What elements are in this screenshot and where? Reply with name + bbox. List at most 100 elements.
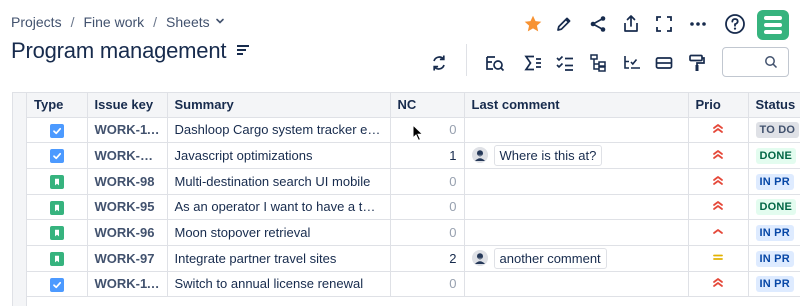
column-header-issue-key[interactable]: Issue key (87, 93, 168, 118)
cell-prio[interactable] (688, 142, 749, 169)
cell-type[interactable] (27, 117, 88, 144)
breadcrumb-sheets[interactable]: Sheets (166, 14, 210, 30)
cell-last-comment[interactable] (464, 168, 689, 195)
story-type-icon (49, 200, 64, 215)
cell-prio[interactable] (688, 194, 749, 221)
story-type-icon (49, 252, 64, 267)
cell-status[interactable]: IN PR (748, 245, 800, 272)
story-type-icon (49, 226, 64, 241)
cell-type[interactable] (27, 245, 88, 272)
row-gutter[interactable] (13, 93, 27, 306)
status-badge: IN PR (755, 276, 794, 293)
cell-summary[interactable]: Integrate partner travel sites (167, 245, 391, 272)
sum-icon[interactable] (520, 50, 546, 76)
cell-type[interactable] (27, 271, 88, 298)
cell-last-comment[interactable] (464, 271, 689, 298)
cell-issue-key[interactable]: WORK-98 (87, 168, 168, 195)
cell-status[interactable]: DONE (748, 142, 800, 169)
search-input[interactable] (727, 48, 767, 74)
group-by-icon[interactable] (482, 50, 508, 76)
cell-issue-key[interactable]: WORK-95 (87, 194, 168, 221)
cell-issue-key[interactable]: WORK-97 (87, 245, 168, 272)
cell-nc[interactable]: 0 (390, 117, 465, 144)
cell-last-comment[interactable] (464, 219, 689, 246)
brand-logo-icon[interactable] (757, 10, 789, 40)
filter-tree-icon[interactable] (619, 50, 645, 76)
title-menu-icon[interactable] (236, 43, 250, 57)
cell-prio[interactable] (688, 271, 749, 298)
cell-status[interactable]: DONE (748, 194, 800, 221)
issues-table: Type Issue key Summary NC Last comment P… (27, 93, 800, 298)
column-header-last-comment[interactable]: Last comment (464, 93, 689, 118)
cell-type[interactable] (27, 194, 88, 221)
cell-issue-key[interactable]: WORK-96 (87, 219, 168, 246)
cell-status[interactable]: TO DO (748, 117, 800, 144)
table-row[interactable]: WORK-95 As an operator I want to have a t… (27, 194, 800, 221)
cell-issue-key[interactable]: WORK-100 (87, 142, 168, 169)
cell-prio[interactable] (688, 219, 749, 246)
cell-type[interactable] (27, 142, 88, 169)
more-icon[interactable] (684, 10, 712, 38)
cell-nc[interactable]: 0 (390, 194, 465, 221)
cell-prio[interactable] (688, 117, 749, 144)
cell-summary[interactable]: Switch to annual license renewal (167, 271, 391, 298)
cell-status[interactable]: IN PR (748, 271, 800, 298)
column-header-nc[interactable]: NC (390, 93, 465, 118)
cell-status[interactable]: IN PR (748, 219, 800, 246)
cell-status[interactable]: IN PR (748, 168, 800, 195)
priority-high-icon (712, 199, 724, 214)
table-row[interactable]: WORK-97 Integrate partner travel sites 2 an… (27, 245, 800, 272)
export-icon[interactable] (617, 10, 645, 38)
help-icon[interactable] (721, 10, 749, 38)
cell-issue-key[interactable]: WORK-111 (87, 117, 168, 144)
cell-last-comment[interactable] (464, 117, 689, 144)
column-header-type[interactable]: Type (27, 93, 88, 118)
cell-summary[interactable]: Moon stopover retrieval (167, 219, 391, 246)
refresh-icon[interactable] (426, 50, 452, 76)
breadcrumb-separator: / (153, 14, 158, 30)
status-badge: IN PR (755, 250, 794, 267)
card-icon[interactable] (651, 50, 677, 76)
cell-nc[interactable]: 0 (390, 219, 465, 246)
chevron-down-icon[interactable] (215, 16, 225, 29)
hierarchy-icon[interactable] (585, 50, 611, 76)
cell-nc[interactable]: 0 (390, 168, 465, 195)
pencil-icon[interactable] (550, 10, 578, 38)
cell-last-comment[interactable]: another comment (464, 245, 689, 272)
cell-summary[interactable]: Javascript optimizations (167, 142, 391, 169)
table-row[interactable]: WORK-114 Switch to annual license renewal… (27, 271, 800, 298)
breadcrumb-projects[interactable]: Projects (11, 14, 62, 30)
share-icon[interactable] (584, 10, 612, 38)
fullscreen-icon[interactable] (650, 10, 678, 38)
cell-prio[interactable] (688, 168, 749, 195)
search-box[interactable] (722, 47, 789, 77)
table-row[interactable]: WORK-100 Javascript optimizations 1 Where i… (27, 142, 800, 169)
cell-last-comment[interactable]: Where is this at? (464, 142, 689, 169)
cell-issue-key[interactable]: WORK-114 (87, 271, 168, 298)
cell-summary[interactable]: Dashloop Cargo system tracker em… (167, 117, 391, 144)
column-header-status[interactable]: Status (748, 93, 800, 118)
breadcrumb-fine-work[interactable]: Fine work (83, 14, 144, 30)
cell-type[interactable] (27, 219, 88, 246)
star-icon[interactable] (519, 10, 547, 38)
cell-nc[interactable]: 0 (390, 271, 465, 298)
cell-type[interactable] (27, 168, 88, 195)
priority-high-icon (712, 174, 724, 189)
comment-bubble[interactable]: another comment (493, 247, 607, 269)
cell-summary[interactable]: Multi-destination search UI mobile (167, 168, 391, 195)
table-row[interactable]: WORK-111 Dashloop Cargo system tracker em… (27, 117, 800, 144)
cell-nc[interactable]: 2 (390, 245, 465, 272)
cell-nc[interactable]: 1 (390, 142, 465, 169)
comment-bubble[interactable]: Where is this at? (493, 144, 603, 166)
search-icon[interactable] (764, 55, 778, 74)
status-badge: IN PR (755, 225, 794, 242)
table-row[interactable]: WORK-96 Moon stopover retrieval 0 IN PR (27, 219, 800, 246)
cell-prio[interactable] (688, 245, 749, 272)
cell-summary[interactable]: As an operator I want to have a tur… (167, 194, 391, 221)
column-header-prio[interactable]: Prio (688, 93, 749, 118)
paint-roller-icon[interactable] (684, 50, 710, 76)
cell-last-comment[interactable] (464, 194, 689, 221)
table-row[interactable]: WORK-98 Multi-destination search UI mobil… (27, 168, 800, 195)
column-header-summary[interactable]: Summary (167, 93, 391, 118)
checklist-icon[interactable] (552, 50, 578, 76)
